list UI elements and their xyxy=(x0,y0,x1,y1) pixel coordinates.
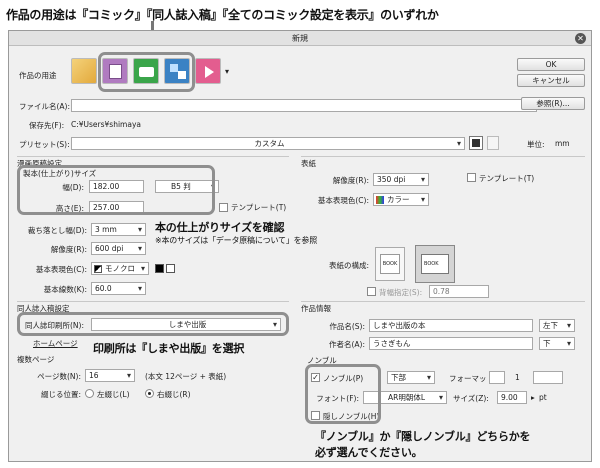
right-binding-label: 右綴じ(R) xyxy=(157,390,191,399)
white-swatch[interactable] xyxy=(166,264,175,273)
bleed-label: 裁ち落とし幅(D): xyxy=(27,226,87,235)
resolution-label: 解像度(R): xyxy=(50,245,87,254)
nombre-format-input[interactable] xyxy=(489,371,505,384)
bleed-dropdown[interactable]: 3 mm xyxy=(91,223,146,236)
browse-button[interactable]: 参照(R)... xyxy=(521,97,585,110)
spine-checkbox[interactable] xyxy=(367,287,376,296)
printer-highlight xyxy=(17,312,289,336)
author-label: 作者名(A): xyxy=(328,340,365,349)
cover-resolution-dropdown[interactable]: 350 dpi xyxy=(373,173,429,186)
pages-dropdown[interactable]: 16 xyxy=(85,369,135,382)
cancel-button[interactable]: キャンセル xyxy=(517,74,585,87)
work-title-input[interactable]: しまや出版の本 xyxy=(369,319,533,332)
nombre-annotation-line2: 必ず選んでください。 xyxy=(315,446,423,459)
left-binding-label: 左綴じ(L) xyxy=(97,390,130,399)
size-highlight xyxy=(17,165,215,215)
filename-input[interactable] xyxy=(71,99,537,112)
nombre-format-value: 1 xyxy=(515,373,520,382)
mono-swatch-icon xyxy=(94,265,102,273)
illustration-icon[interactable] xyxy=(71,58,97,84)
binding-label: 綴じる位置: xyxy=(40,390,81,399)
cover-section-title: 表紙 xyxy=(301,159,316,168)
nombre-size-label: サイズ(Z): xyxy=(453,394,489,403)
new-document-dialog: 新規 ✕ 作品の用途 ▾ OK キャンセル ファイル名(A): 保存先(F): … xyxy=(8,30,592,462)
save-to-path: C:¥Users¥shimaya xyxy=(71,120,141,129)
line-count-label: 基本線数(K): xyxy=(43,285,87,294)
doujin-divider xyxy=(17,301,289,302)
size-annotation-note: ※本のサイズは「データ原稿について」を参照 xyxy=(155,236,318,245)
animation-icon[interactable] xyxy=(195,58,221,84)
black-swatch[interactable] xyxy=(155,264,164,273)
work-title-position-dropdown[interactable]: 左下 xyxy=(539,319,575,332)
save-preset-icon[interactable] xyxy=(469,136,483,150)
delete-preset-icon[interactable] xyxy=(487,136,499,150)
preset-dropdown[interactable]: カスタム xyxy=(71,137,465,150)
nombre-annotation: 『ノンブル』か『隠しノンブル』どちらかを xyxy=(315,430,531,443)
cover-template-checkbox[interactable] xyxy=(467,173,476,182)
nombre-format-suffix-input[interactable] xyxy=(533,371,563,384)
cover-template-label: テンプレート(T) xyxy=(479,174,535,183)
spine-input[interactable]: 0.78 xyxy=(429,285,489,298)
cover-divider xyxy=(301,156,585,157)
resolution-dropdown[interactable]: 600 dpi xyxy=(91,242,146,255)
work-info-section-title: 作品情報 xyxy=(301,304,331,313)
top-annotation: 作品の用途は『コミック』『同人誌入稿』『全てのコミック設定を表示』のいずれか xyxy=(6,8,439,22)
base-color-dropdown[interactable]: モノクロ xyxy=(91,262,149,275)
right-binding-radio[interactable] xyxy=(145,389,154,398)
nombre-size-unit: pt xyxy=(539,393,547,402)
pages-label: ページ数(N): xyxy=(37,372,81,381)
size-annotation: 本の仕上がりサイズを確認 xyxy=(155,221,285,234)
color-swatch-icon xyxy=(376,196,384,204)
multipage-section-title: 複数ページ xyxy=(17,355,55,364)
ok-button[interactable]: OK xyxy=(517,58,585,71)
pages-note: (本文 12ページ + 表紙) xyxy=(145,372,227,381)
book-label-single: BOOK xyxy=(380,254,400,274)
spine-label: 背幅指定(S): xyxy=(379,288,423,297)
base-color-label: 基本表現色(C): xyxy=(35,265,87,274)
preset-label: プリセット(S): xyxy=(19,140,70,149)
work-info-divider xyxy=(301,301,585,302)
usage-dropdown-icon[interactable]: ▾ xyxy=(225,67,229,76)
manuscript-template-label: テンプレート(T) xyxy=(231,203,287,212)
cover-color-dropdown[interactable]: カラー xyxy=(373,193,429,206)
line-count-dropdown[interactable]: 60.0 xyxy=(91,282,146,295)
nombre-position-dropdown[interactable]: 下部 xyxy=(387,371,435,384)
cover-color-label: 基本表現色(C): xyxy=(317,196,369,205)
nombre-size-spinner-icon[interactable]: ▸ xyxy=(531,393,535,402)
cover-layout-single-icon[interactable]: BOOK xyxy=(375,247,405,281)
homepage-link[interactable]: ホームページ xyxy=(33,338,78,349)
usage-highlight xyxy=(98,52,195,92)
cover-composition-label: 表紙の構成: xyxy=(328,261,369,270)
filename-label: ファイル名(A): xyxy=(19,102,71,111)
manuscript-template-checkbox[interactable] xyxy=(219,203,228,212)
unit-value: mm xyxy=(555,139,570,148)
printer-annotation: 印刷所は『しまや出版』を選択 xyxy=(93,342,245,355)
nombre-highlight xyxy=(305,364,381,424)
left-binding-radio[interactable] xyxy=(85,389,94,398)
close-icon[interactable]: ✕ xyxy=(575,33,586,44)
author-input[interactable]: うさぎもん xyxy=(369,337,533,350)
unit-label: 単位: xyxy=(527,140,545,149)
title-bar: 新規 ✕ xyxy=(9,31,591,46)
book-label-spread: BOOK xyxy=(421,254,449,274)
nombre-size-input[interactable]: 9.00 xyxy=(497,391,527,404)
window-title: 新規 xyxy=(292,34,308,43)
cover-resolution-label: 解像度(R): xyxy=(332,176,369,185)
author-position-dropdown[interactable]: 下 xyxy=(539,337,575,350)
save-to-label: 保存先(F): xyxy=(29,121,65,130)
manuscript-divider xyxy=(17,156,289,157)
usage-label: 作品の用途 xyxy=(19,71,57,80)
cover-layout-spread-icon[interactable]: BOOK xyxy=(415,245,455,283)
work-title-label: 作品名(S): xyxy=(329,322,365,331)
